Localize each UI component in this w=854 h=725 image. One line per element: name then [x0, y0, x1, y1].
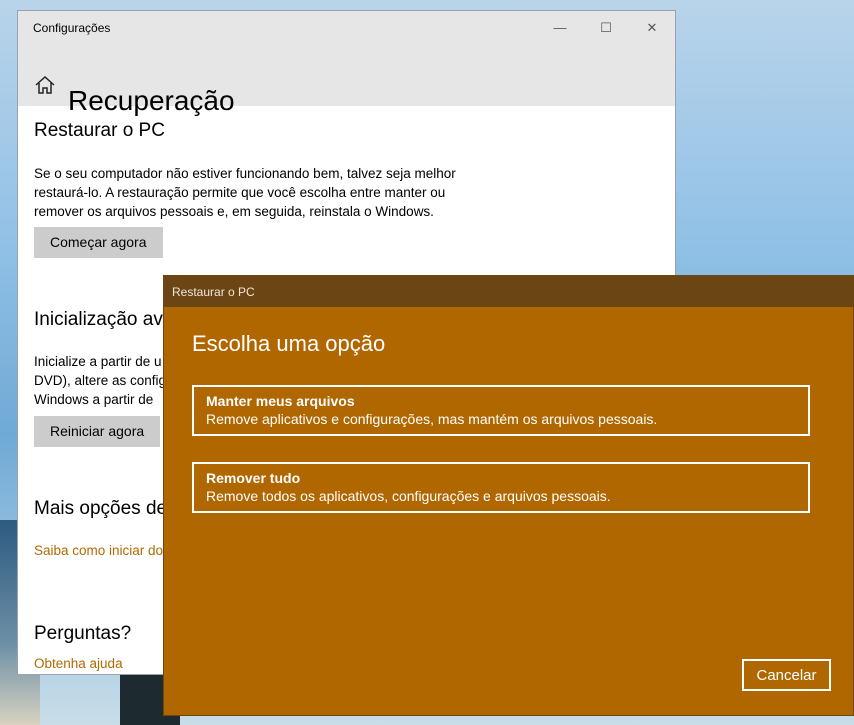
reset-desc-line: restaurá-lo. A restauração permite que v…	[34, 185, 446, 200]
get-help-link[interactable]: Obtenha ajuda	[34, 656, 123, 671]
questions-section: Perguntas?	[34, 623, 131, 645]
home-icon[interactable]	[34, 74, 56, 96]
questions-title: Perguntas?	[34, 623, 132, 644]
learn-boot-link[interactable]: Saiba como iniciar do	[34, 543, 163, 558]
restart-now-button[interactable]: Reiniciar agora	[34, 416, 161, 447]
dialog-title: Restaurar o PC	[172, 285, 255, 299]
keep-files-option[interactable]: Manter meus arquivos Remove aplicativos …	[192, 385, 810, 436]
reset-desc-line: Se o seu computador não estiver funciona…	[34, 166, 456, 181]
dialog-heading: Escolha uma opção	[192, 331, 386, 356]
option-description: Remove todos os aplicativos, configuraçõ…	[206, 488, 611, 504]
page-title: Recuperação	[68, 84, 235, 116]
advanced-section-title: Inicialização av	[34, 309, 163, 330]
window-title: Configurações	[33, 21, 111, 35]
dialog-titlebar: Restaurar o PC	[164, 276, 853, 307]
reset-section-title: Restaurar o PC	[34, 120, 165, 141]
minimize-button[interactable]: —	[537, 11, 583, 44]
more-options-section: Mais opções de	[34, 498, 167, 520]
maximize-button[interactable]: ☐	[583, 11, 629, 44]
close-button[interactable]: ✕	[629, 11, 675, 44]
option-title: Remover tudo	[206, 470, 301, 486]
more-options-title: Mais opções de	[34, 498, 168, 519]
reset-section: Restaurar o PC	[34, 120, 165, 142]
remove-everything-option[interactable]: Remover tudo Remove todos os aplicativos…	[192, 462, 810, 513]
reset-pc-dialog: Restaurar o PC Escolha uma opção Manter …	[163, 275, 854, 716]
settings-header: Recuperação	[18, 44, 675, 116]
advanced-section: Inicialização av	[34, 309, 163, 331]
reset-description: Se o seu computador não estiver funciona…	[34, 164, 494, 221]
window-controls: — ☐ ✕	[537, 11, 675, 44]
settings-titlebar: Configurações — ☐ ✕	[18, 11, 675, 44]
cancel-button[interactable]: Cancelar	[742, 659, 831, 691]
option-description: Remove aplicativos e configurações, mas …	[206, 411, 658, 427]
option-title: Manter meus arquivos	[206, 393, 355, 409]
get-started-button[interactable]: Começar agora	[34, 227, 163, 258]
reset-desc-line: remover os arquivos pessoais e, em segui…	[34, 204, 434, 219]
